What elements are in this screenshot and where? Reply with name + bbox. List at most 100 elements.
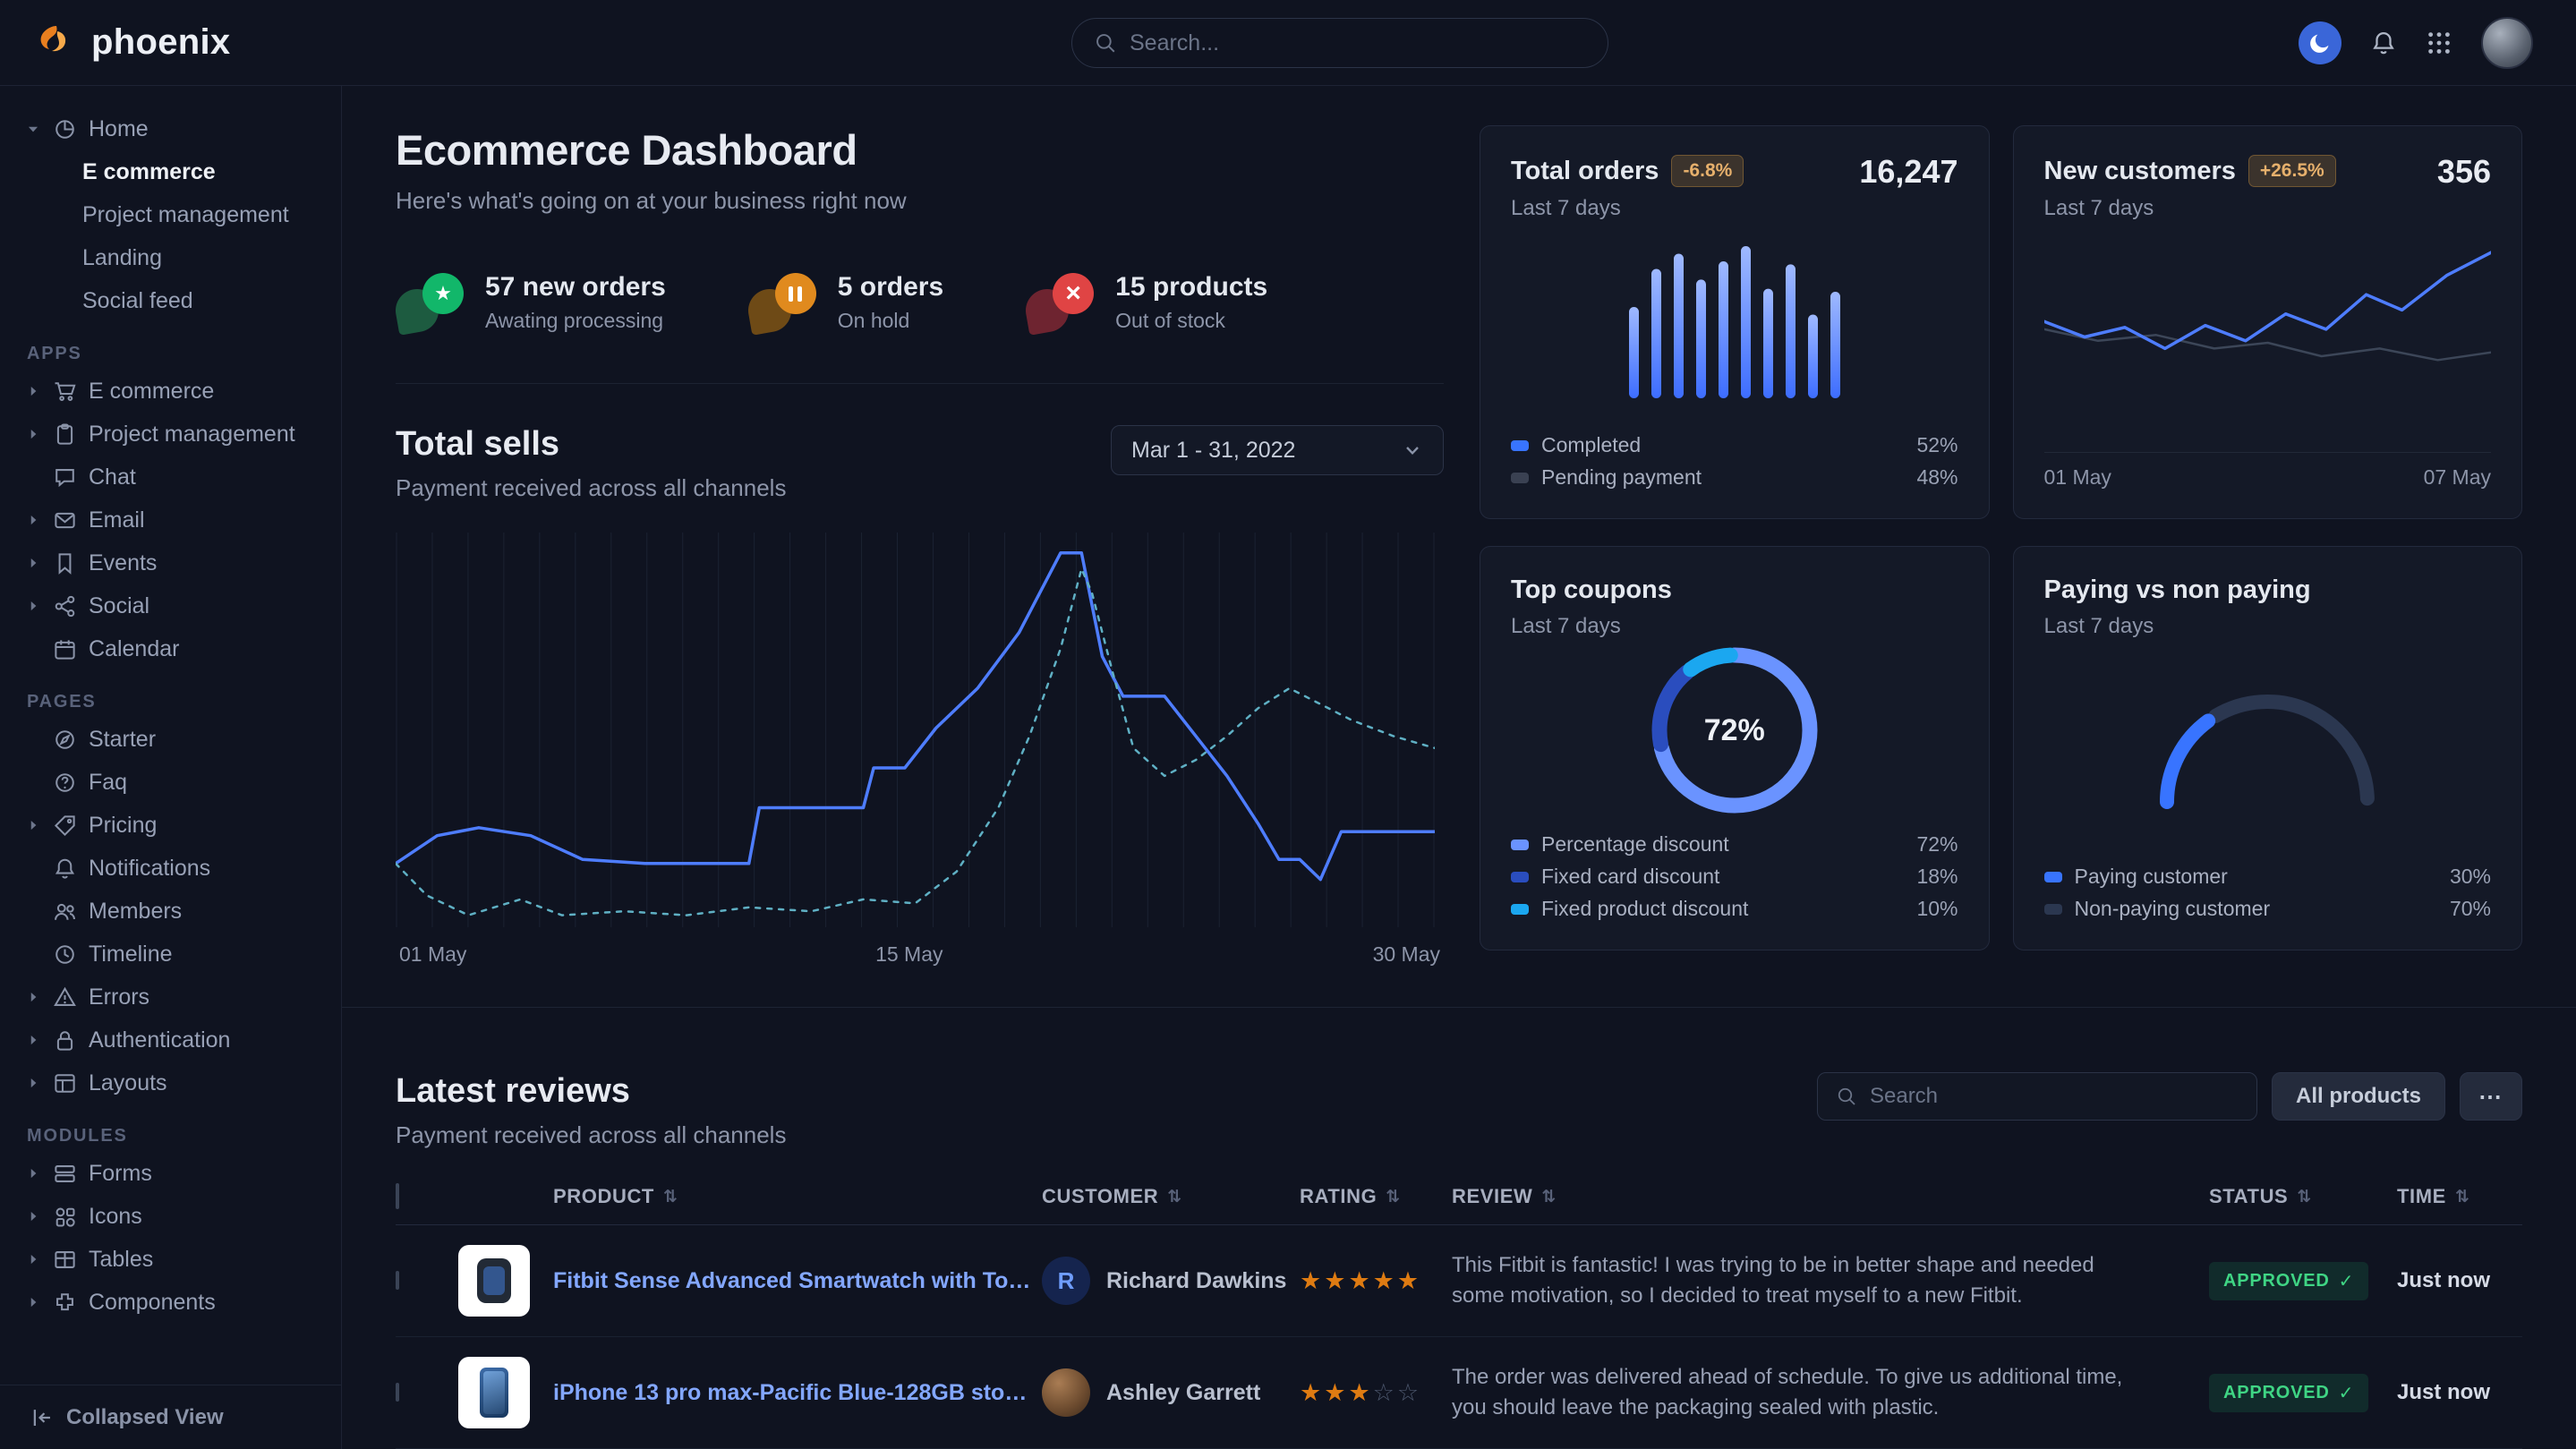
reviews-search-input[interactable] [1870,1084,2239,1109]
top-coupons-donut-chart: 72% [1511,639,1958,822]
star-icon: ★ [1348,1379,1372,1406]
sidebar-item-authentication[interactable]: Authentication [0,1019,341,1061]
notifications-button[interactable] [2370,30,2397,56]
column-header-time[interactable]: TIME⇅ [2397,1185,2522,1208]
column-header-customer[interactable]: CUSTOMER⇅ [1031,1185,1300,1208]
users-icon [53,899,77,924]
caret-right-icon [25,512,41,528]
bell-icon [53,857,77,881]
sidebar-item-members[interactable]: Members [0,890,341,933]
caret-right-icon [25,555,41,571]
shapes-icon [53,1205,77,1229]
pie-chart-icon [53,117,77,141]
reviews-subtitle: Payment received across all channels [396,1121,786,1149]
stats-row: ★ 57 new orders Awating processing [396,272,1444,333]
collapse-icon [30,1406,54,1429]
sidebar-item-home-ecommerce[interactable]: E commerce [0,150,341,193]
sidebar-item-starter[interactable]: Starter [0,718,341,761]
column-header-status[interactable]: STATUS⇅ [2209,1185,2397,1208]
caret-right-icon [25,1251,41,1267]
global-search-input[interactable] [1130,30,1586,56]
sidebar-item-errors[interactable]: Errors [0,976,341,1019]
chat-icon [53,465,77,490]
review-text: The order was delivered ahead of schedul… [1452,1362,2209,1423]
theme-toggle-button[interactable] [2299,21,2341,64]
x-axis-label: 01 May [2044,465,2111,490]
sidebar-item-timeline[interactable]: Timeline [0,933,341,976]
sidebar-item-chat[interactable]: Chat [0,456,341,499]
sort-icon: ⇅ [663,1187,678,1207]
x-axis-label: 30 May [1373,942,1440,967]
main-content: Ecommerce Dashboard Here's what's going … [342,86,2576,1449]
sort-icon: ⇅ [1386,1187,1401,1207]
sidebar-item-home[interactable]: Home [0,107,341,150]
tag-icon [53,814,77,838]
new-customers-card: New customers +26.5% Last 7 days 356 01 … [2013,125,2523,519]
star-icon: ★ [1397,1267,1421,1294]
column-header-review[interactable]: REVIEW⇅ [1452,1185,2209,1208]
row-checkbox[interactable] [396,1271,399,1290]
sidebar-item-email[interactable]: Email [0,499,341,541]
product-link[interactable]: iPhone 13 pro max-Pacific Blue-128GB sto… [553,1380,1031,1406]
lock-icon [53,1028,77,1053]
sidebar-item-project-management[interactable]: Project management [0,413,341,456]
check-icon: ✓ [2339,1382,2355,1404]
stat-orders-on-hold: 5 orders On hold [748,272,943,333]
stat-caption: Awating processing [485,309,666,333]
sidebar-item-pricing[interactable]: Pricing [0,804,341,847]
table-row: Fitbit Sense Advanced Smartwatch with To… [396,1225,2522,1337]
star-icon: ★ [1373,1267,1397,1294]
star-icon: ★ [1324,1267,1348,1294]
reviews-title: Latest reviews [396,1072,786,1111]
date-range-select[interactable]: Mar 1 - 31, 2022 [1111,425,1444,475]
sidebar-item-tables[interactable]: Tables [0,1238,341,1281]
warning-icon [53,985,77,1010]
sidebar-item-home-project-management[interactable]: Project management [0,193,341,236]
stat-out-of-stock: × 15 products Out of stock [1026,272,1267,333]
apps-menu-button[interactable] [2426,30,2452,56]
sidebar-item-home-social-feed[interactable]: Social feed [0,279,341,322]
all-products-button[interactable]: All products [2272,1072,2445,1121]
legend-row: Percentage discount 72% [1511,832,1958,857]
select-all-checkbox[interactable] [396,1183,399,1209]
column-header-rating[interactable]: RATING⇅ [1300,1185,1452,1208]
legend-swatch [2044,904,2062,915]
sidebar-item-ecommerce[interactable]: E commerce [0,370,341,413]
puzzle-icon [53,1291,77,1315]
total-sells-title: Total sells [396,425,786,464]
product-link[interactable]: Fitbit Sense Advanced Smartwatch with To… [553,1268,1031,1294]
sidebar-item-notifications[interactable]: Notifications [0,847,341,890]
user-avatar[interactable] [2481,17,2533,69]
sidebar-item-components[interactable]: Components [0,1281,341,1324]
customer-name: Ashley Garrett [1106,1380,1260,1406]
total-sells-chart: 01 May 15 May 30 May [396,529,1444,973]
sidebar-item-home-landing[interactable]: Landing [0,236,341,279]
caret-right-icon [25,426,41,442]
stat-value: 15 products [1115,272,1267,303]
sidebar-item-layouts[interactable]: Layouts [0,1061,341,1104]
sort-icon: ⇅ [2455,1187,2470,1207]
brand[interactable]: phoenix [36,22,230,64]
total-sells-subtitle: Payment received across all channels [396,474,786,502]
card-period: Last 7 days [2044,614,2492,639]
card-title: Paying vs non paying [2044,575,2311,605]
collapsed-view-toggle[interactable]: Collapsed View [0,1385,341,1449]
sidebar-item-faq[interactable]: Faq [0,761,341,804]
sidebar-item-events[interactable]: Events [0,541,341,584]
row-checkbox[interactable] [396,1383,399,1402]
clipboard-icon [53,422,77,447]
sidebar-item-forms[interactable]: Forms [0,1152,341,1195]
legend-row: Fixed card discount 18% [1511,865,1958,889]
sidebar-item-calendar[interactable]: Calendar [0,627,341,670]
global-search[interactable] [1071,18,1608,68]
legend-row: Completed 52% [1511,433,1958,457]
paying-gauge-chart [2044,639,2492,854]
sidebar-item-social[interactable]: Social [0,584,341,627]
stat-caption: Out of stock [1115,309,1267,333]
donut-center-value: 72% [1643,639,1826,822]
sidebar-item-icons[interactable]: Icons [0,1195,341,1238]
more-options-button[interactable]: ⋯ [2460,1072,2522,1121]
column-header-product[interactable]: PRODUCT⇅ [458,1185,1031,1208]
status-badge: APPROVED✓ [2209,1262,2368,1300]
reviews-search[interactable] [1817,1072,2257,1121]
